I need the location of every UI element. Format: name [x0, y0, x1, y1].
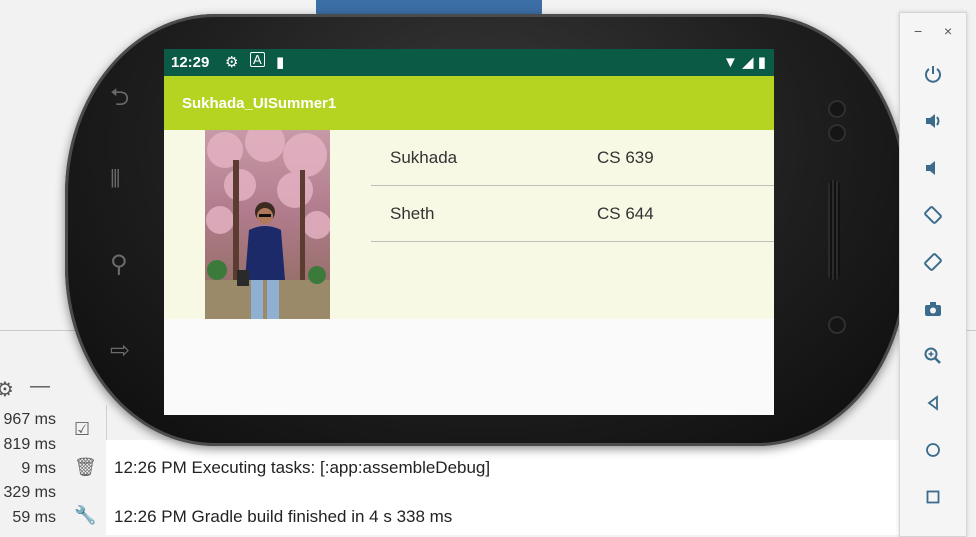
battery-icon: ▮ — [757, 54, 766, 71]
emulator-toolbar: − × — [899, 12, 967, 537]
log-line: 12:26 PM Gradle build finished in 4 s 33… — [114, 507, 452, 527]
a-notification-icon: A — [250, 52, 265, 67]
build-time: 59 ms — [12, 509, 56, 526]
close-button[interactable]: × — [944, 23, 952, 39]
overview-icon[interactable] — [920, 484, 946, 510]
log-time: 12:26 PM — [114, 458, 187, 477]
status-right-icons: ▼ ◢ ▮ — [723, 53, 766, 71]
gear-icon[interactable]: ⚙ — [0, 377, 14, 402]
list-item[interactable]: Sukhada CS 639 — [371, 130, 774, 186]
row-name: Sukhada — [390, 148, 458, 167]
trackball-icon — [830, 318, 844, 332]
row-course: CS 644 — [597, 204, 654, 223]
sensor-icon — [830, 126, 844, 140]
row-divider — [371, 241, 774, 242]
row-name: Sheth — [390, 204, 435, 223]
trash-icon[interactable]: 🗑 — [74, 457, 97, 478]
minimize-button[interactable]: − — [914, 23, 922, 39]
hardware-call-icon: ⇨ — [110, 337, 131, 364]
ide-panel-toolbar: ⚙ — — [0, 375, 62, 405]
build-output-panel: 12:26 PM Executing tasks: [:app:assemble… — [106, 440, 900, 535]
home-icon[interactable] — [920, 437, 946, 463]
build-time: 329 ms — [3, 484, 56, 501]
build-tool-icons: ☑ 🗑 🔧 — [62, 405, 107, 535]
log-message: Executing tasks: [:app:assembleDebug] — [191, 458, 491, 477]
back-icon[interactable] — [920, 390, 946, 416]
volume-down-icon[interactable] — [920, 155, 946, 181]
rotate-left-icon[interactable] — [920, 202, 946, 228]
list-item[interactable]: Sheth CS 644 — [371, 186, 774, 242]
wifi-icon: ▼ — [722, 54, 738, 71]
app-title: Sukhada_UISummer1 — [182, 95, 337, 112]
signal-icon: ◢ — [742, 54, 754, 71]
build-time: 819 ms — [3, 436, 56, 453]
power-icon[interactable] — [920, 61, 946, 87]
build-times-column: 967 ms 819 ms 9 ms 329 ms 59 ms — [0, 405, 62, 535]
hardware-search-icon: ⚲ — [110, 251, 128, 278]
volume-up-icon[interactable] — [920, 108, 946, 134]
log-message: Gradle build finished in 4 s 338 ms — [191, 507, 453, 526]
log-line: 12:26 PM Executing tasks: [:app:assemble… — [114, 458, 490, 478]
rotate-right-icon[interactable] — [920, 249, 946, 275]
status-bar: 12:29 ⚙ A ▮ ▼ ◢ ▮ — [164, 49, 774, 76]
build-time: 9 ms — [21, 460, 56, 477]
window-controls: − × — [910, 23, 958, 43]
status-time: 12:29 — [171, 54, 210, 71]
zoom-icon[interactable] — [920, 343, 946, 369]
phone-right-details — [822, 90, 862, 350]
log-time: 12:26 PM — [114, 507, 187, 526]
build-time: 967 ms — [3, 411, 56, 428]
row-course: CS 639 — [597, 148, 654, 167]
app-bar: Sukhada_UISummer1 — [164, 76, 774, 130]
minimize-panel-icon[interactable]: — — [30, 375, 50, 398]
front-camera-icon — [830, 102, 844, 116]
content-area: Sukhada CS 639 Sheth CS 644 — [164, 130, 774, 319]
hardware-menu-icon: ⦀ — [110, 166, 121, 193]
sdcard-icon: ▮ — [276, 54, 285, 71]
speaker-grille — [828, 180, 840, 280]
wrench-icon[interactable]: 🔧 — [74, 505, 96, 526]
device-screen: 12:29 ⚙ A ▮ ▼ ◢ ▮ Sukhada_UISummer1 Sukh… — [164, 49, 774, 415]
settings-notification-icon: ⚙ — [225, 54, 239, 71]
profile-photo — [205, 130, 330, 319]
phone-hardware-keys: ⮌ ⦀ ⚲ ⇨ — [100, 80, 148, 380]
checklist-icon[interactable]: ☑ — [74, 419, 90, 440]
hardware-back-icon: ⮌ — [110, 84, 130, 111]
camera-icon[interactable] — [920, 296, 946, 322]
